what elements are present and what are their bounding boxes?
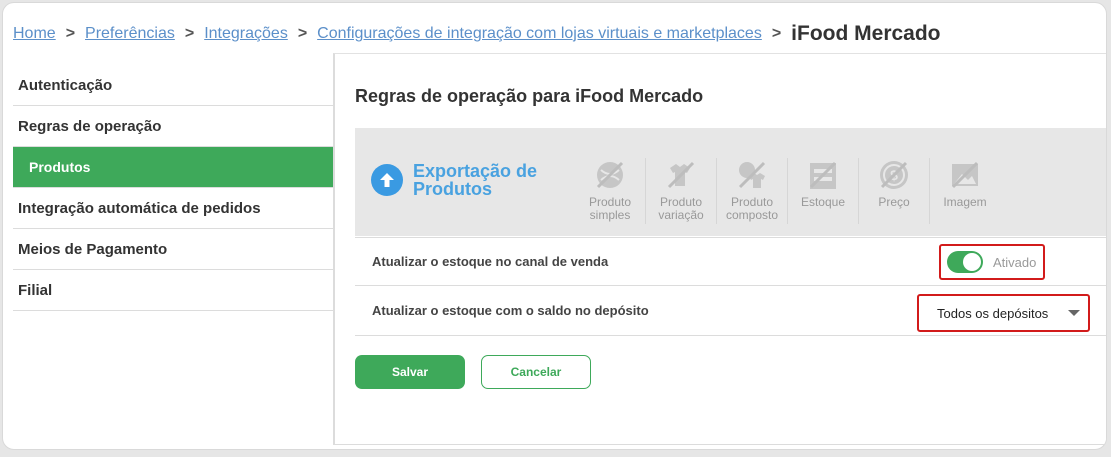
breadcrumb-separator: > — [65, 25, 76, 42]
sidebar-item-integracao-pedidos[interactable]: Integração automática de pedidos — [13, 188, 333, 229]
product-simple-disabled-icon — [596, 161, 624, 189]
product-composite-disabled-icon — [738, 161, 766, 189]
cancel-button[interactable]: Cancelar — [481, 355, 591, 389]
sidebar-item-meios-de-pagamento[interactable]: Meios de Pagamento — [13, 229, 333, 270]
sidebar-item-filial[interactable]: Filial — [13, 270, 333, 311]
product-variation-disabled-icon — [667, 161, 695, 189]
feature-produto-composto: Produto composto — [717, 158, 788, 224]
feature-estoque: Estoque — [788, 158, 859, 224]
page-title: iFood Mercado — [791, 22, 941, 45]
sidebar-item-regras-de-operacao[interactable]: Regras de operação — [13, 106, 333, 147]
deposit-select[interactable]: Todos os depósitos — [917, 294, 1090, 332]
save-button[interactable]: Salvar — [355, 355, 465, 389]
feature-label: Produto simples — [588, 195, 632, 222]
breadcrumb-separator: > — [771, 25, 782, 42]
sidebar-item-autenticacao[interactable]: Autenticação — [13, 65, 333, 106]
image-disabled-icon — [951, 161, 979, 189]
stock-deposit-label: Atualizar o estoque com o saldo no depós… — [372, 303, 649, 318]
deposit-select-value: Todos os depósitos — [937, 305, 1049, 321]
main-panel: Regras de operação para iFood Mercado Ex… — [333, 53, 1106, 445]
feature-list: Produto simples Produto variação Produto… — [575, 158, 1000, 224]
stock-disabled-icon — [809, 161, 837, 189]
setting-row-update-stock: Atualizar o estoque no canal de venda At… — [355, 237, 1106, 286]
breadcrumb-separator: > — [297, 25, 308, 42]
breadcrumb-configuracoes[interactable]: Configurações de integração com lojas vi… — [317, 25, 762, 43]
breadcrumb-separator: > — [184, 25, 195, 42]
upload-arrow-icon — [371, 164, 403, 196]
update-stock-toggle-highlight: Ativado — [939, 244, 1045, 280]
chevron-down-icon — [1068, 310, 1080, 316]
toggle-status-label: Ativado — [993, 254, 1037, 270]
update-stock-label: Atualizar o estoque no canal de venda — [372, 254, 609, 269]
feature-preco: $ Preço — [859, 158, 930, 224]
page-frame: Home > Preferências > Integrações > Conf… — [2, 2, 1107, 450]
price-disabled-icon: $ — [880, 161, 908, 189]
feature-label: Imagem — [943, 195, 987, 209]
breadcrumb-preferencias[interactable]: Preferências — [85, 25, 175, 43]
breadcrumb-home[interactable]: Home — [13, 25, 56, 43]
panel-title: Regras de operação para iFood Mercado — [355, 86, 704, 106]
feature-label: Estoque — [800, 195, 846, 209]
sidebar: Autenticação Regras de operação Produtos… — [13, 65, 333, 311]
update-stock-toggle[interactable] — [947, 251, 983, 273]
feature-label: Produto composto — [725, 195, 779, 222]
export-header: Exportação de Produtos — [371, 162, 553, 198]
sidebar-item-produtos[interactable]: Produtos — [13, 147, 333, 188]
feature-imagem: Imagem — [930, 158, 1000, 224]
breadcrumb: Home > Preferências > Integrações > Conf… — [13, 19, 941, 49]
setting-row-stock-deposit: Atualizar o estoque com o saldo no depós… — [355, 287, 1106, 336]
breadcrumb-integracoes[interactable]: Integrações — [204, 25, 288, 43]
feature-produto-simples: Produto simples — [575, 158, 646, 224]
toggle-knob — [963, 253, 981, 271]
export-title: Exportação de Produtos — [413, 161, 538, 199]
export-bar: Exportação de Produtos Produto simples P… — [355, 128, 1106, 236]
feature-label: Produto variação — [658, 195, 704, 222]
feature-label: Preço — [878, 195, 910, 209]
feature-produto-variacao: Produto variação — [646, 158, 717, 224]
